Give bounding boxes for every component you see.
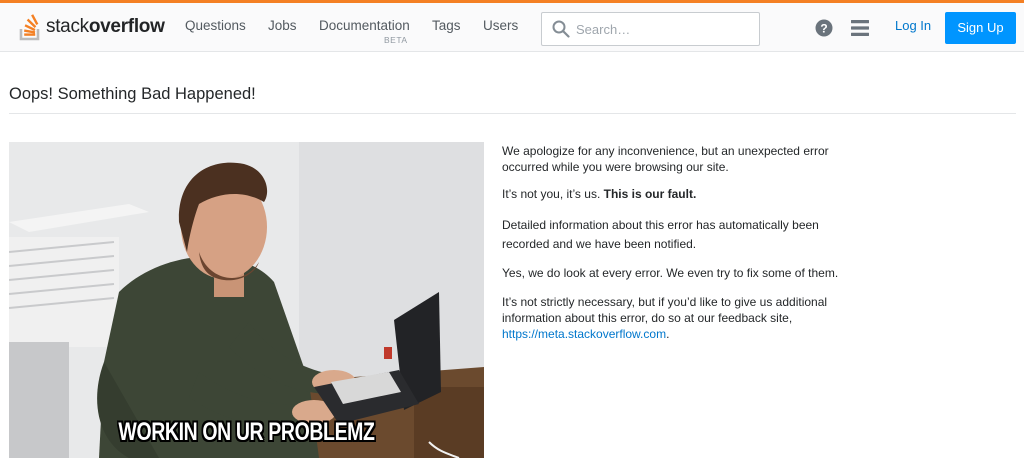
stackoverflow-logo-icon xyxy=(19,14,40,41)
nav-users[interactable]: Users xyxy=(483,18,518,33)
logo-wordmark: stackoverflow xyxy=(46,16,165,37)
nav-tags[interactable]: Tags xyxy=(432,18,461,33)
title-divider xyxy=(9,113,1016,114)
error-message-apology: We apologize for any inconvenience, but … xyxy=(502,144,829,174)
stackoverflow-logo[interactable]: stackoverflow xyxy=(19,10,169,42)
nav-jobs[interactable]: Jobs xyxy=(268,18,297,33)
error-message-recorded: Detailed information about this error ha… xyxy=(502,218,819,251)
meme-caption: WORKIN ON UR PROBLEMZ xyxy=(118,418,375,446)
search-icon xyxy=(552,20,570,38)
hamburger-menu-icon[interactable] xyxy=(851,18,869,38)
error-message-look: Yes, we do look at every error. We even … xyxy=(502,266,839,280)
svg-text:?: ? xyxy=(820,22,827,36)
login-link[interactable]: Log In xyxy=(895,18,931,33)
error-message-feedback: It’s not strictly necessary, but if you’… xyxy=(502,295,828,341)
error-message-fault: It’s not you, it’s us. This is our fault… xyxy=(502,187,697,201)
search-box[interactable] xyxy=(541,12,760,46)
nav-questions[interactable]: Questions xyxy=(185,18,246,33)
error-meme-image: WORKIN ON UR PROBLEMZ xyxy=(9,142,484,458)
help-icon[interactable]: ? xyxy=(815,19,833,37)
feedback-link[interactable]: https://meta.stackoverflow.com xyxy=(502,327,666,341)
meme-photo xyxy=(9,142,484,458)
page-title: Oops! Something Bad Happened! xyxy=(9,85,256,103)
documentation-beta-badge: BETA xyxy=(384,35,408,45)
nav-documentation[interactable]: Documentation xyxy=(319,18,410,33)
top-bar: stackoverflow Questions Jobs Documentati… xyxy=(0,0,1024,52)
fault-emphasis: This is our fault. xyxy=(603,187,697,201)
signup-button[interactable]: Sign Up xyxy=(945,12,1016,44)
search-input[interactable] xyxy=(576,13,756,45)
